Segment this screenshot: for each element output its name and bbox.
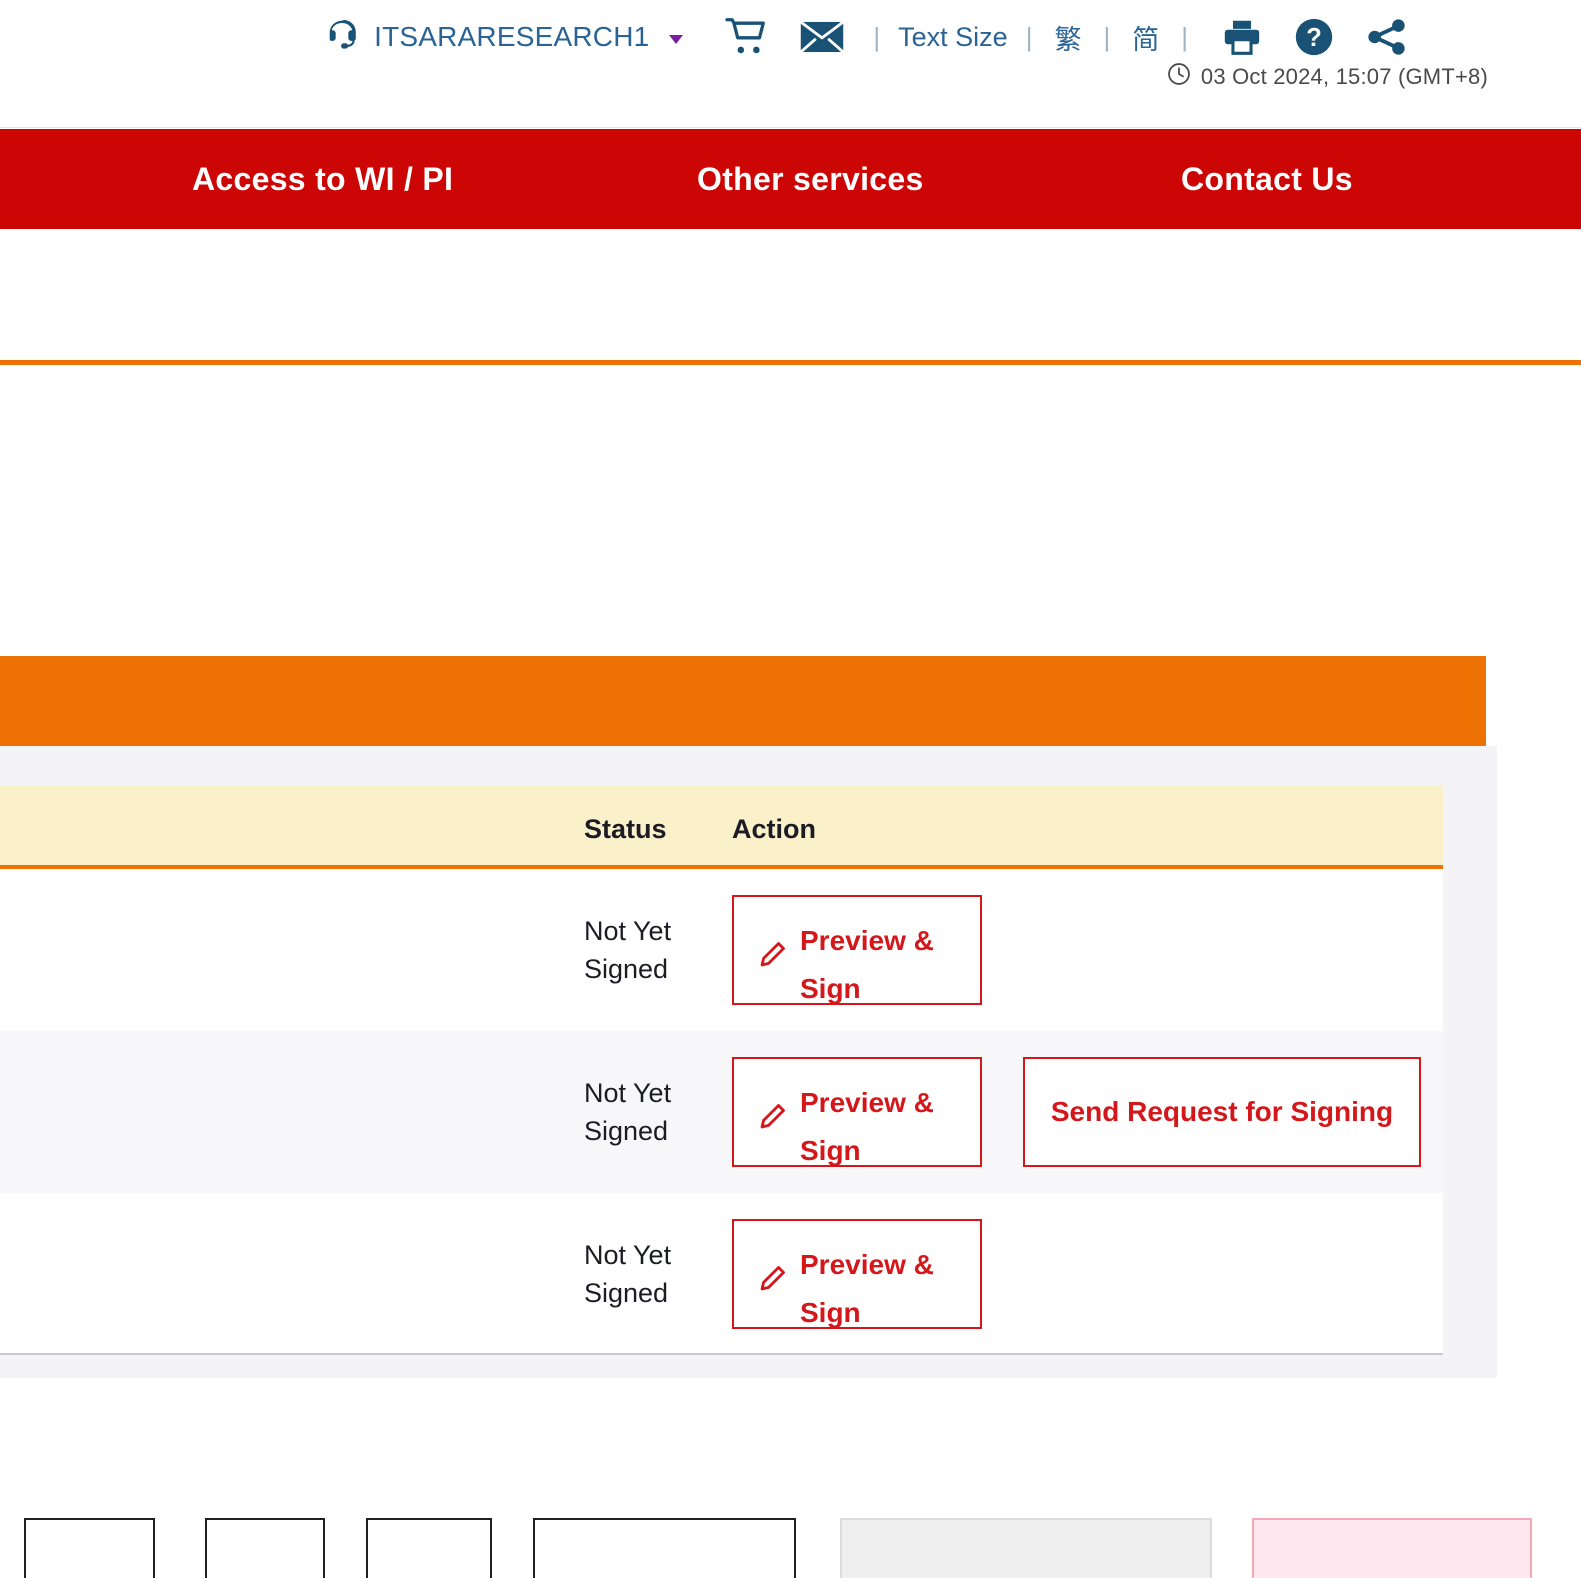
footer-button-1[interactable] <box>24 1518 155 1578</box>
svg-text:?: ? <box>1306 24 1322 52</box>
status-cell: Not Yet Signed <box>584 1237 714 1313</box>
table-header-row: Status Action <box>0 786 1443 869</box>
envelope-icon[interactable] <box>799 20 845 54</box>
chevron-down-icon[interactable] <box>669 35 683 44</box>
nav-item-other-services[interactable]: Other services <box>697 161 924 198</box>
status-line2: Signed <box>584 1275 714 1313</box>
shopping-cart-icon[interactable] <box>725 18 767 56</box>
branding-strip: )) <box>0 229 1581 359</box>
headset-icon <box>324 17 360 58</box>
status-cell: Not Yet Signed <box>584 913 714 989</box>
separator: | <box>1026 22 1033 53</box>
utility-bar: ITSARARESEARCH1 | Text Size | 繁 | 简 | <box>0 0 1581 128</box>
preview-label-line1: Preview & <box>800 1249 934 1280</box>
text-size-link[interactable]: Text Size <box>898 22 1008 53</box>
lang-simplified-chinese-link[interactable]: 简 <box>1132 18 1159 57</box>
footer-button-secondary[interactable] <box>840 1518 1212 1578</box>
table-row: Not Yet Signed Preview & Sign Send Reque… <box>0 1031 1443 1193</box>
clock-icon <box>1167 62 1191 91</box>
preview-and-sign-label: Preview & Sign <box>800 917 972 1013</box>
table-row: Not Yet Signed Preview & Sign <box>0 1193 1443 1355</box>
preview-label-line2: Sign <box>800 1297 861 1328</box>
footer-left-rule <box>0 1378 2 1528</box>
preview-and-sign-label: Preview & Sign <box>800 1079 972 1175</box>
table-row: Not Yet Signed Preview & Sign <box>0 869 1443 1031</box>
signature-table: Status Action Not Yet Signed Preview & S… <box>0 786 1443 1355</box>
pencil-icon <box>758 941 786 974</box>
nav-item-contact-us[interactable]: Contact Us <box>1181 161 1353 198</box>
preview-and-sign-button[interactable]: Preview & Sign <box>732 1219 982 1329</box>
status-line2: Signed <box>584 1113 714 1151</box>
datetime-display: 03 Oct 2024, 15:07 (GMT+8) <box>1167 62 1488 91</box>
footer-button-danger[interactable] <box>1252 1518 1532 1578</box>
preview-label-line1: Preview & <box>800 1087 934 1118</box>
footer-zone <box>0 1378 1581 1528</box>
username-label: ITSARARESEARCH1 <box>374 21 649 53</box>
main-navigation-bar: Access to WI / PI Other services Contact… <box>0 129 1581 229</box>
utility-row-primary: ITSARARESEARCH1 | Text Size | 繁 | 简 | <box>0 14 1500 60</box>
column-header-status: Status <box>584 814 667 845</box>
printer-icon[interactable] <box>1222 18 1262 56</box>
preview-label-line2: Sign <box>800 1135 861 1166</box>
panel-header-bar <box>0 656 1486 746</box>
column-header-action: Action <box>732 814 816 845</box>
share-icon[interactable] <box>1366 18 1408 56</box>
progress-stepper: 4 5 6 7 usiness n Office Summary of Deta… <box>0 366 1581 651</box>
status-cell: Not Yet Signed <box>584 1075 714 1151</box>
nav-item-access-to-wi-pi[interactable]: Access to WI / PI <box>192 161 453 198</box>
preview-and-sign-button[interactable]: Preview & Sign <box>732 895 982 1005</box>
pencil-icon <box>758 1265 786 1298</box>
preview-label-line2: Sign <box>800 973 861 1004</box>
pencil-icon <box>758 1103 786 1136</box>
preview-and-sign-label: Preview & Sign <box>800 1241 972 1337</box>
status-line2: Signed <box>584 951 714 989</box>
lang-traditional-chinese-link[interactable]: 繁 <box>1054 18 1081 57</box>
separator: | <box>1103 22 1110 53</box>
preview-label-line1: Preview & <box>800 925 934 956</box>
orange-divider <box>0 360 1581 365</box>
send-request-for-signing-button[interactable]: Send Request for Signing <box>1023 1057 1421 1167</box>
status-line1: Not Yet <box>584 913 714 951</box>
user-account-menu[interactable]: ITSARARESEARCH1 <box>324 17 683 58</box>
footer-button-3[interactable] <box>366 1518 492 1578</box>
preview-and-sign-button[interactable]: Preview & Sign <box>732 1057 982 1167</box>
footer-button-2[interactable] <box>205 1518 325 1578</box>
question-mark-icon[interactable]: ? <box>1294 17 1334 57</box>
status-line1: Not Yet <box>584 1075 714 1113</box>
datetime-text: 03 Oct 2024, 15:07 (GMT+8) <box>1201 64 1488 90</box>
status-line1: Not Yet <box>584 1237 714 1275</box>
footer-button-4[interactable] <box>533 1518 796 1578</box>
separator: | <box>873 22 880 53</box>
separator: | <box>1181 22 1188 53</box>
